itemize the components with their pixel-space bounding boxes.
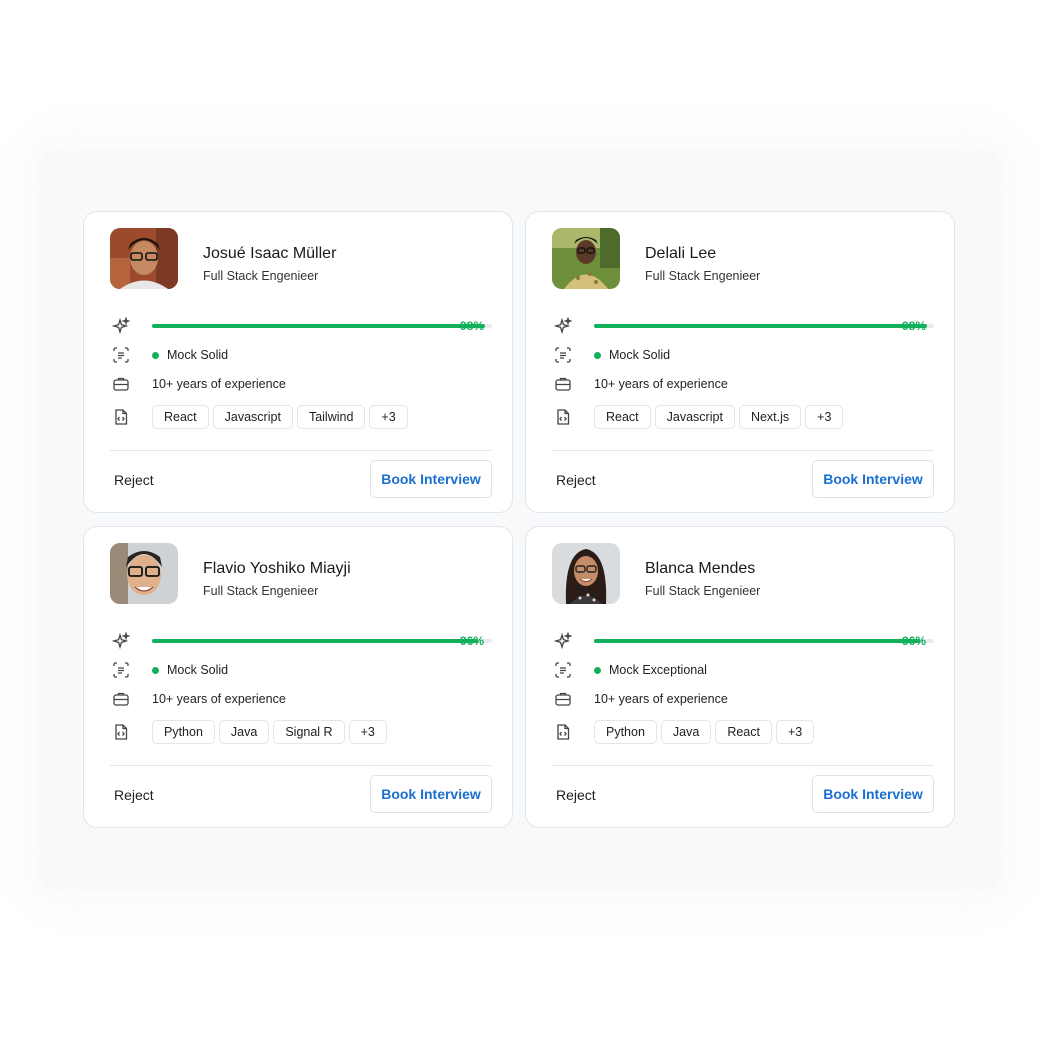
skill-tag: Signal R xyxy=(273,720,345,744)
code-file-icon xyxy=(554,408,572,426)
more-skills-tag[interactable]: +3 xyxy=(369,405,408,429)
divider xyxy=(552,450,934,451)
score-percentage: 98% xyxy=(902,319,927,333)
candidate-name: Josué Isaac Müller xyxy=(203,245,337,262)
skill-tag: React xyxy=(715,720,772,744)
candidate-role: Full Stack Engenieer xyxy=(203,584,319,598)
reject-button[interactable]: Reject xyxy=(556,787,596,803)
briefcase-icon xyxy=(112,690,130,708)
more-skills-tag[interactable]: +3 xyxy=(775,720,815,744)
skill-tag: Java xyxy=(218,720,270,744)
sparkle-icon xyxy=(112,632,130,650)
mock-status: Mock Solid xyxy=(594,348,670,362)
skill-tags: React Javascript Tailwind +3 xyxy=(152,405,408,429)
skill-tag: Javascript xyxy=(654,405,735,429)
skill-tag: Tailwind xyxy=(296,405,366,429)
experience-text: 10+ years of experience xyxy=(594,377,728,391)
briefcase-icon xyxy=(554,375,572,393)
book-interview-button[interactable]: Book Interview xyxy=(812,460,934,498)
document-scan-icon xyxy=(554,346,572,364)
skill-tags: Python Java React +3 xyxy=(594,720,815,744)
reject-button[interactable]: Reject xyxy=(114,787,154,803)
skill-tags: React Javascript Next.js +3 xyxy=(594,405,844,429)
skill-tag: React xyxy=(152,405,209,429)
sparkle-icon xyxy=(554,317,572,335)
candidate-role: Full Stack Engenieer xyxy=(203,269,319,283)
more-skills-tag[interactable]: +3 xyxy=(348,720,387,744)
divider xyxy=(552,765,934,766)
code-file-icon xyxy=(554,723,572,741)
score-progress-fill xyxy=(152,324,486,328)
status-dot xyxy=(152,351,159,359)
skill-tag: Python xyxy=(594,720,657,744)
score-progress-fill xyxy=(594,639,921,643)
score-percentage: 96% xyxy=(460,634,485,648)
mock-status: Mock Solid xyxy=(152,348,228,362)
status-dot xyxy=(152,666,159,674)
book-interview-button[interactable]: Book Interview xyxy=(370,775,492,813)
candidate-card: Flavio Yoshiko Miayji Full Stack Engenie… xyxy=(83,526,513,828)
mock-status-label: Mock Exceptional xyxy=(609,663,707,677)
briefcase-icon xyxy=(112,375,130,393)
avatar xyxy=(552,228,620,289)
book-interview-button[interactable]: Book Interview xyxy=(812,775,934,813)
candidate-name: Blanca Mendes xyxy=(645,560,756,577)
score-progress-bar xyxy=(594,639,934,643)
candidate-card: Delali Lee Full Stack Engenieer 98% Mock… xyxy=(525,211,955,513)
document-scan-icon xyxy=(554,661,572,679)
score-percentage: 96% xyxy=(902,634,927,648)
more-skills-tag[interactable]: +3 xyxy=(805,405,844,429)
status-dot xyxy=(594,666,601,674)
score-progress-fill xyxy=(152,639,479,643)
divider xyxy=(110,765,492,766)
document-scan-icon xyxy=(112,346,130,364)
code-file-icon xyxy=(112,723,130,741)
divider xyxy=(110,450,492,451)
briefcase-icon xyxy=(554,690,572,708)
document-scan-icon xyxy=(112,661,130,679)
score-percentage: 98% xyxy=(460,319,485,333)
skill-tag: Javascript xyxy=(212,405,293,429)
book-interview-button[interactable]: Book Interview xyxy=(370,460,492,498)
mock-status: Mock Solid xyxy=(152,663,228,677)
reject-button[interactable]: Reject xyxy=(114,472,154,488)
reject-button[interactable]: Reject xyxy=(556,472,596,488)
candidate-card: Blanca Mendes Full Stack Engenieer 96% M… xyxy=(525,526,955,828)
avatar xyxy=(110,543,178,604)
candidate-card: Josué Isaac Müller Full Stack Engenieer … xyxy=(83,211,513,513)
mock-status: Mock Exceptional xyxy=(594,663,707,677)
skill-tags: Python Java Signal R +3 xyxy=(152,720,387,744)
score-progress-bar xyxy=(152,324,492,328)
skill-tag: Java xyxy=(660,720,712,744)
avatar xyxy=(552,543,620,604)
sparkle-icon xyxy=(112,317,130,335)
candidate-name: Delali Lee xyxy=(645,245,717,262)
experience-text: 10+ years of experience xyxy=(152,692,286,706)
mock-status-label: Mock Solid xyxy=(167,348,229,362)
mock-status-label: Mock Solid xyxy=(167,663,229,677)
status-dot xyxy=(594,351,601,359)
sparkle-icon xyxy=(554,632,572,650)
skill-tag: Next.js xyxy=(738,405,802,429)
experience-text: 10+ years of experience xyxy=(152,377,286,391)
skill-tag: React xyxy=(594,405,651,429)
candidate-role: Full Stack Engenieer xyxy=(645,584,761,598)
mock-status-label: Mock Solid xyxy=(609,348,671,362)
score-progress-fill xyxy=(594,324,928,328)
skill-tag: Python xyxy=(152,720,215,744)
candidate-role: Full Stack Engenieer xyxy=(645,269,761,283)
experience-text: 10+ years of experience xyxy=(594,692,728,706)
score-progress-bar xyxy=(594,324,934,328)
code-file-icon xyxy=(112,408,130,426)
score-progress-bar xyxy=(152,639,492,643)
candidate-name: Flavio Yoshiko Miayji xyxy=(203,560,351,577)
avatar xyxy=(110,228,178,289)
